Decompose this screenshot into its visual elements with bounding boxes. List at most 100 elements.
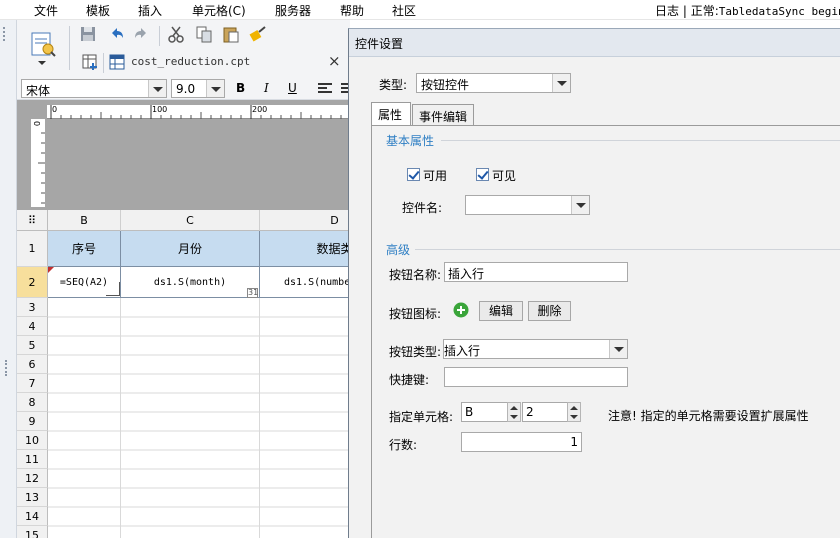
- widget-type-select[interactable]: 按钮控件: [416, 73, 571, 93]
- row-header[interactable]: 12: [17, 469, 48, 488]
- row-header[interactable]: 1: [17, 231, 48, 267]
- data-cell-month[interactable]: ds1.S(month): [121, 267, 260, 298]
- target-cell-row-input[interactable]: 2: [522, 402, 568, 422]
- menu-server[interactable]: 服务器: [275, 2, 311, 19]
- header-cell-month[interactable]: 月份: [121, 231, 260, 267]
- row-header[interactable]: 10: [17, 431, 48, 450]
- row-header[interactable]: 13: [17, 488, 48, 507]
- file-tab[interactable]: cost_reduction.cpt ×: [105, 50, 350, 74]
- menu-file[interactable]: 文件: [34, 2, 58, 19]
- row-header[interactable]: 11: [17, 450, 48, 469]
- shortcut-input[interactable]: [444, 367, 628, 387]
- italic-button[interactable]: I: [264, 81, 269, 95]
- row-header[interactable]: 15: [17, 526, 48, 538]
- horizontal-ruler: 0 100 200: [47, 105, 350, 119]
- widget-name-select[interactable]: [465, 195, 590, 215]
- cpt-file-icon: [109, 54, 125, 70]
- grid-corner[interactable]: ⠿: [17, 210, 48, 231]
- widget-name-label: 控件名:: [402, 201, 443, 215]
- shortcut-label: 快捷键:: [389, 373, 430, 387]
- spin-up-icon[interactable]: [510, 406, 518, 410]
- chevron-down-icon[interactable]: [571, 196, 589, 214]
- column-header-d[interactable]: D: [260, 210, 350, 231]
- button-type-label: 按钮类型:: [389, 345, 442, 359]
- font-family-select[interactable]: 宋体: [21, 79, 167, 98]
- row-header[interactable]: 5: [17, 336, 48, 355]
- menu-template[interactable]: 模板: [86, 2, 110, 19]
- paste-icon[interactable]: [222, 25, 240, 43]
- chevron-down-icon[interactable]: [148, 80, 166, 97]
- cut-icon[interactable]: [167, 25, 185, 43]
- row-header[interactable]: 6: [17, 355, 48, 374]
- menu-community[interactable]: 社区: [392, 2, 416, 19]
- row-header[interactable]: 14: [17, 507, 48, 526]
- row-header[interactable]: 7: [17, 374, 48, 393]
- edit-icon-button[interactable]: 编辑: [479, 301, 523, 321]
- enabled-label: 可用: [423, 169, 448, 183]
- column-header-c[interactable]: C: [121, 210, 260, 231]
- row-header[interactable]: 9: [17, 412, 48, 431]
- splitter-grip-icon[interactable]: [5, 360, 11, 376]
- enabled-checkbox[interactable]: [407, 168, 420, 181]
- ruler-ticks: [38, 132, 45, 204]
- dialog-titlebar[interactable]: 控件设置: [349, 29, 840, 57]
- widget-settings-dialog: 控件设置 类型: 按钮控件 属性 事件编辑 基本属性 可用 可见 控件名: 高级…: [348, 28, 840, 538]
- chevron-down-icon[interactable]: [37, 60, 47, 66]
- copy-icon[interactable]: [195, 25, 213, 43]
- calendar-widget-icon[interactable]: 31: [247, 288, 258, 298]
- vertical-ruler: 0: [31, 119, 45, 207]
- button-type-select[interactable]: 插入行: [443, 339, 628, 359]
- spin-down-icon[interactable]: [570, 415, 578, 419]
- row-header[interactable]: 2: [17, 267, 48, 298]
- button-name-input[interactable]: 插入行: [444, 262, 628, 282]
- column-header-b[interactable]: B: [48, 210, 121, 231]
- redo-icon[interactable]: [133, 25, 151, 43]
- underline-button[interactable]: U: [288, 81, 297, 95]
- save-icon[interactable]: [79, 25, 97, 43]
- report-grid: ⠿ B C D 1 2 3 4 5 6 7 8 9 10 11 12 13 14…: [17, 210, 350, 538]
- row-spinner[interactable]: [567, 402, 581, 422]
- format-painter-icon[interactable]: [249, 25, 267, 43]
- column-spinner[interactable]: [507, 402, 521, 422]
- chevron-down-icon[interactable]: [206, 80, 224, 97]
- menu-cell[interactable]: 单元格(C): [192, 2, 246, 19]
- tab-properties[interactable]: 属性: [371, 102, 411, 126]
- row-header[interactable]: 8: [17, 393, 48, 412]
- template-preview-icon[interactable]: [29, 30, 57, 58]
- toolbar-divider: [69, 26, 70, 70]
- status-message: TabledataSync begin: [718, 5, 840, 18]
- file-tab-label: cost_reduction.cpt: [131, 55, 251, 68]
- add-icon[interactable]: [453, 302, 469, 318]
- row-header[interactable]: 4: [17, 317, 48, 336]
- visible-checkbox[interactable]: [476, 168, 489, 181]
- delete-icon-button[interactable]: 删除: [528, 301, 571, 321]
- menu-help[interactable]: 帮助: [340, 2, 364, 19]
- target-cell-column-input[interactable]: B: [461, 402, 508, 422]
- ruler-label: 100: [152, 105, 168, 114]
- new-report-icon[interactable]: [81, 53, 99, 71]
- grip-icon[interactable]: [3, 27, 13, 41]
- data-cell-number[interactable]: ds1.S(numbe: [260, 267, 350, 298]
- rows-label: 行数:: [389, 438, 418, 452]
- spin-up-icon[interactable]: [570, 406, 578, 410]
- menu-bar: 文件 模板 插入 单元格(C) 服务器 帮助 社区 日志 | 正常:Tabled…: [0, 0, 840, 20]
- advanced-heading: 高级: [386, 243, 411, 257]
- header-cell-data-type[interactable]: 数据类: [260, 231, 350, 267]
- spin-down-icon[interactable]: [510, 415, 518, 419]
- tab-event-edit[interactable]: 事件编辑: [412, 104, 474, 126]
- rows-input[interactable]: 1: [461, 432, 582, 452]
- grid-lines: [48, 298, 350, 538]
- header-cell-seq[interactable]: 序号: [48, 231, 121, 267]
- chevron-down-icon[interactable]: [552, 74, 570, 92]
- close-tab-icon[interactable]: ×: [328, 52, 341, 70]
- left-side-strip: [0, 20, 17, 538]
- section-divider: [415, 249, 840, 250]
- font-size-select[interactable]: 9.0: [171, 79, 225, 98]
- chevron-down-icon[interactable]: [609, 340, 627, 358]
- row-header[interactable]: 3: [17, 298, 48, 317]
- menu-insert[interactable]: 插入: [138, 2, 162, 19]
- undo-icon[interactable]: [107, 25, 125, 43]
- log-link[interactable]: 日志: [655, 4, 679, 18]
- align-left-icon[interactable]: [317, 82, 333, 96]
- bold-button[interactable]: B: [236, 81, 245, 95]
